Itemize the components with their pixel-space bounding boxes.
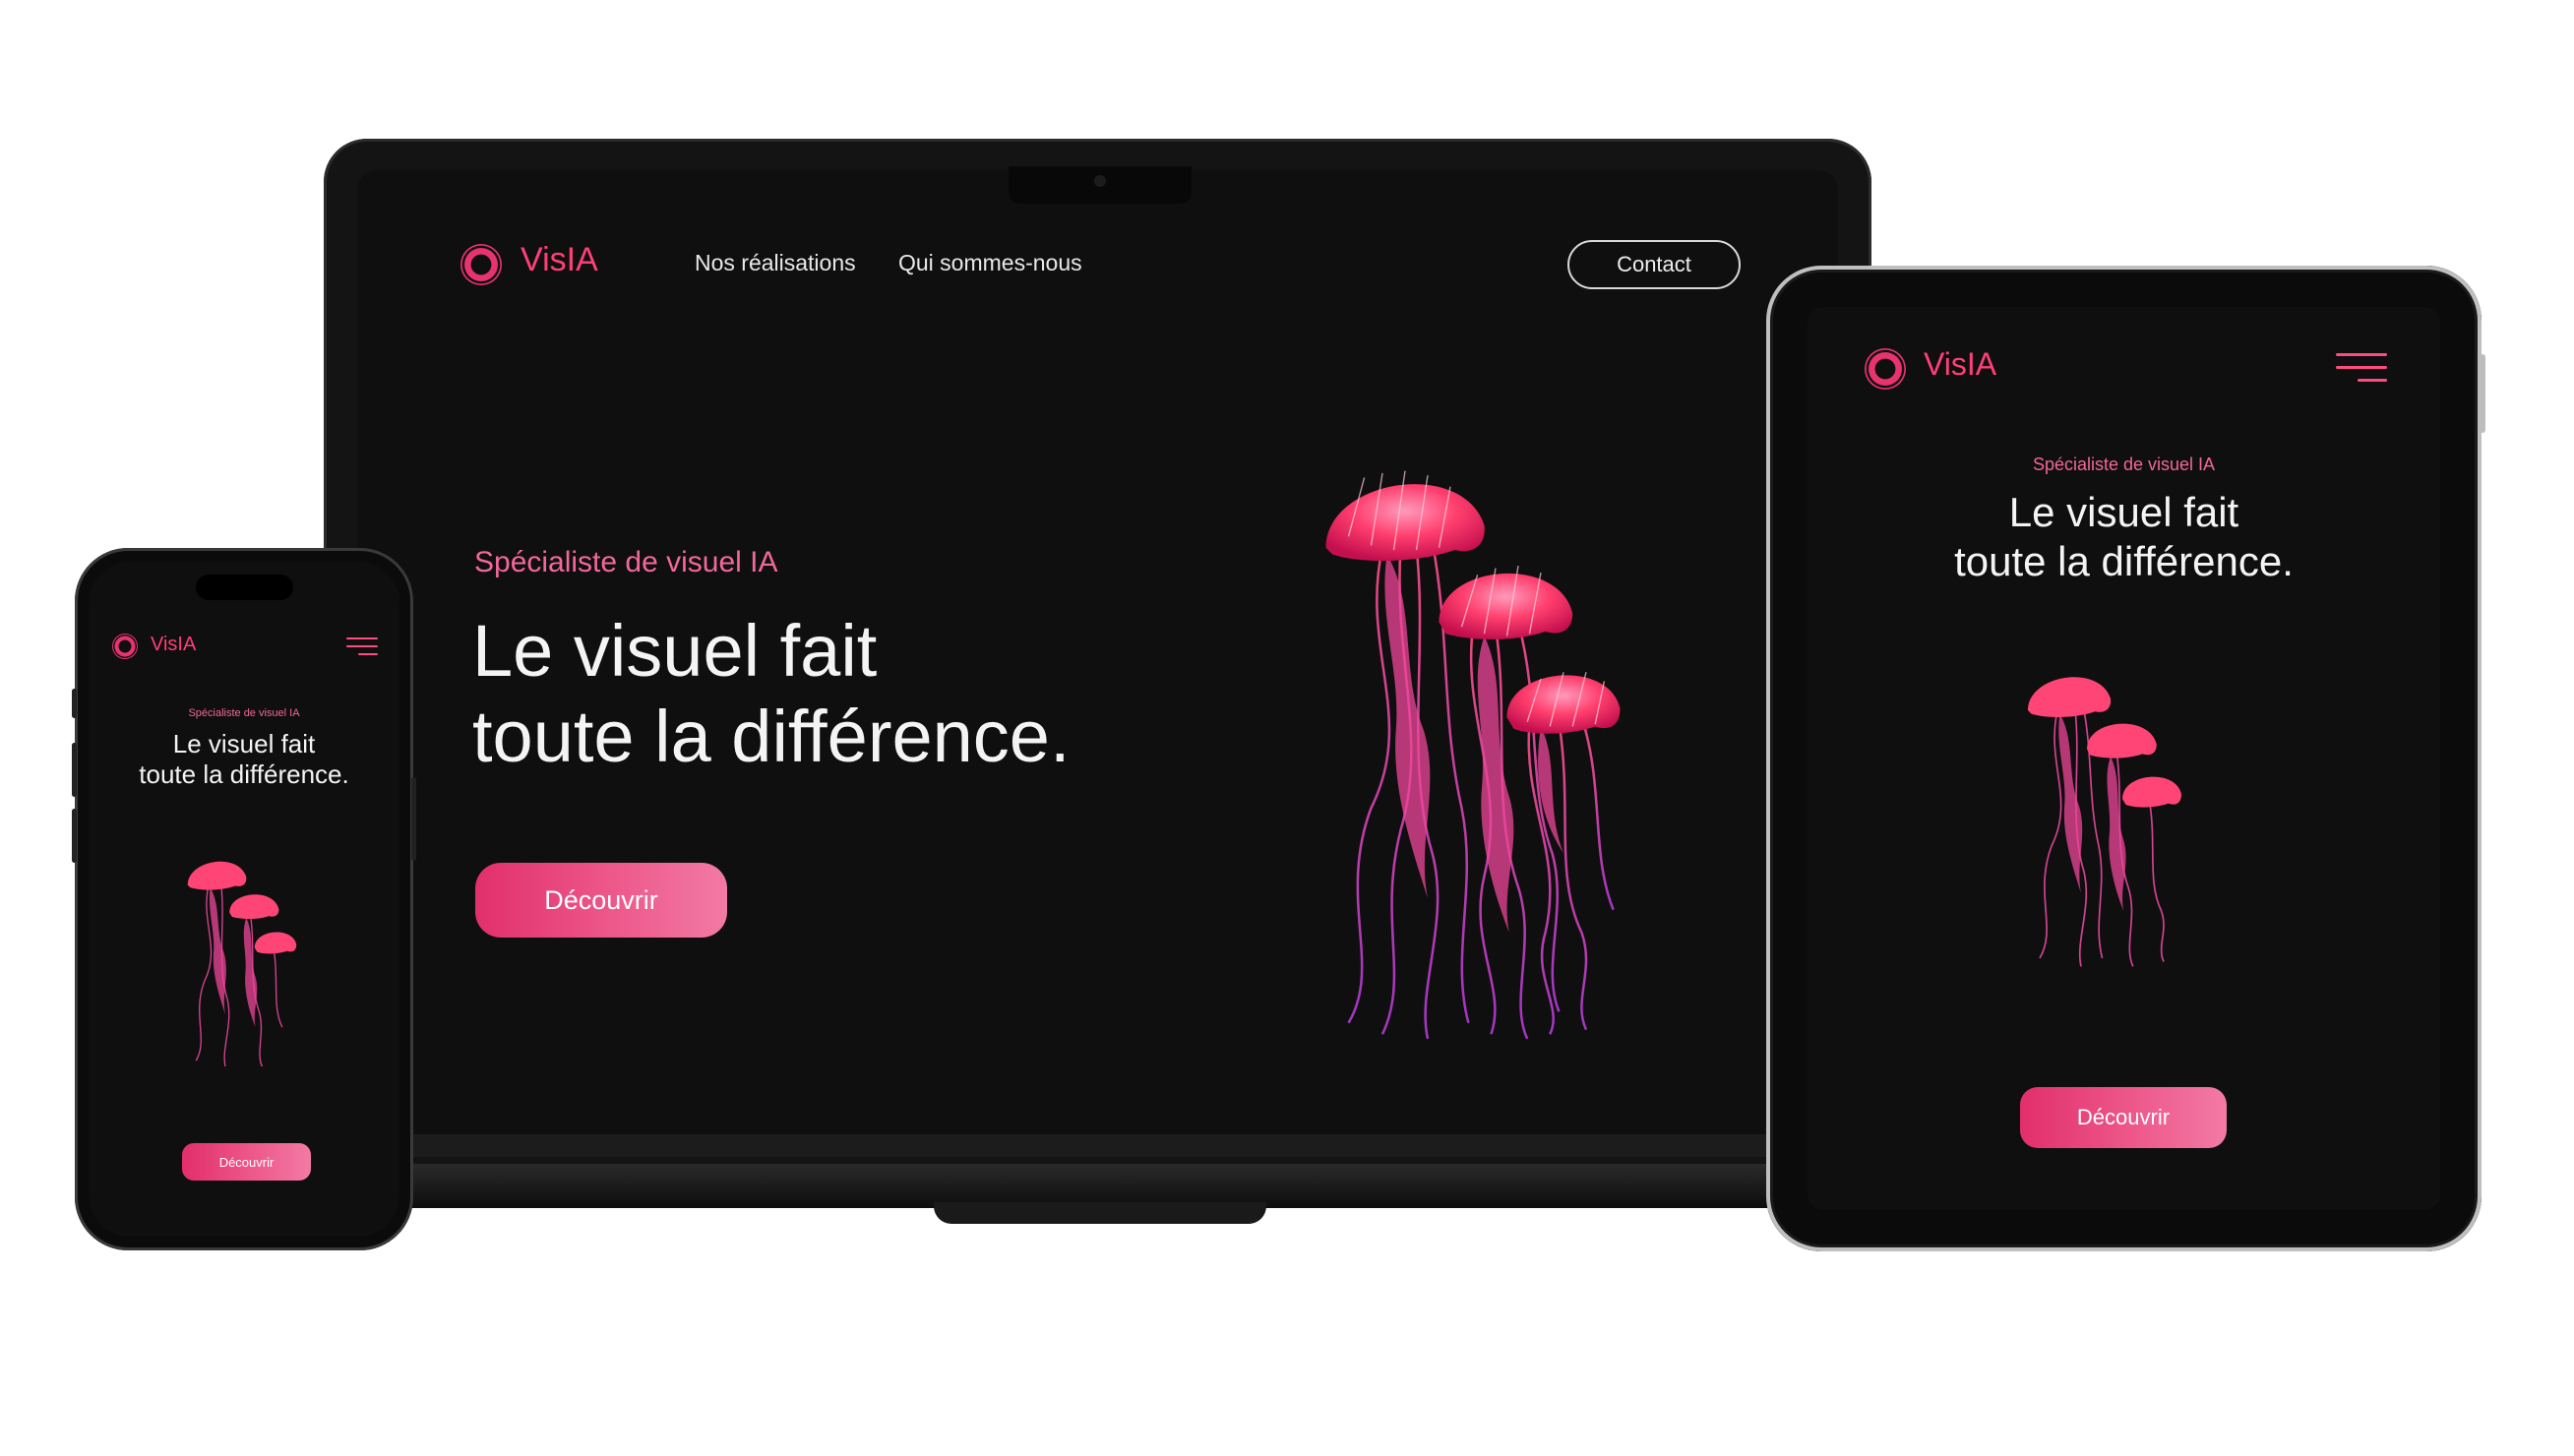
hamburger-menu-icon[interactable] bbox=[2336, 353, 2387, 383]
hero-headline-line1: Le visuel fait bbox=[172, 729, 316, 758]
hero-headline: Le visuel fait toute la différence. bbox=[472, 608, 1071, 780]
phone-side-button bbox=[72, 689, 77, 718]
jellyfish-illustration bbox=[2028, 677, 2181, 967]
hero-headline: Le visuel fait toute la différence. bbox=[89, 729, 399, 790]
phone-side-button bbox=[72, 743, 77, 797]
hero-headline-line1: Le visuel fait bbox=[472, 610, 878, 692]
laptop-screen-footer bbox=[357, 1134, 1838, 1157]
nav-link-realisations[interactable]: Nos réalisations bbox=[695, 250, 856, 276]
hero-kicker: Spécialiste de visuel IA bbox=[188, 707, 300, 719]
tablet-side-button bbox=[2480, 354, 2485, 433]
hamburger-menu-icon[interactable] bbox=[346, 637, 378, 655]
phone-side-button bbox=[411, 777, 416, 861]
jellyfish-illustration bbox=[187, 861, 297, 1067]
contact-button[interactable]: Contact bbox=[1567, 240, 1741, 289]
nav-link-qui-sommes-nous[interactable]: Qui sommes-nous bbox=[898, 250, 1082, 276]
brand-name[interactable]: VisIA bbox=[151, 634, 196, 656]
discover-button[interactable]: Découvrir bbox=[182, 1143, 311, 1181]
jellyfish-illustration bbox=[1325, 470, 1621, 1040]
hero-kicker: Spécialiste de visuel IA bbox=[2032, 455, 2216, 474]
brand-name[interactable]: VisIA bbox=[521, 241, 598, 279]
hero-headline-line2: toute la différence. bbox=[472, 696, 1071, 778]
laptop-screen: VisIA Nos réalisations Qui sommes-nous C… bbox=[357, 170, 1838, 1157]
hero-headline-line2: toute la différence. bbox=[139, 759, 349, 790]
hero-kicker: Spécialiste de visuel IA bbox=[474, 546, 778, 578]
hero-headline: Le visuel fait toute la différence. bbox=[1808, 488, 2440, 587]
discover-button[interactable]: Découvrir bbox=[475, 863, 727, 938]
laptop-camera bbox=[1094, 175, 1106, 187]
discover-button[interactable]: Découvrir bbox=[2020, 1087, 2227, 1148]
phone-dynamic-island bbox=[196, 575, 293, 600]
phone-side-button bbox=[72, 809, 77, 863]
hero-headline-line1: Le visuel fait bbox=[2008, 489, 2239, 535]
hero-headline-line2: toute la différence. bbox=[1954, 538, 2294, 585]
tablet-screen: VisIA Spécialiste de visuel IA Le visuel… bbox=[1808, 307, 2440, 1210]
brand-logo-icon[interactable] bbox=[460, 244, 502, 285]
brand-name[interactable]: VisIA bbox=[1924, 346, 1996, 383]
brand-logo-icon[interactable] bbox=[1865, 348, 1906, 390]
phone-screen: VisIA Spécialiste de visuel IA Le visuel… bbox=[89, 562, 399, 1237]
brand-logo-icon[interactable] bbox=[112, 634, 138, 659]
laptop-base-lip bbox=[934, 1202, 1266, 1224]
